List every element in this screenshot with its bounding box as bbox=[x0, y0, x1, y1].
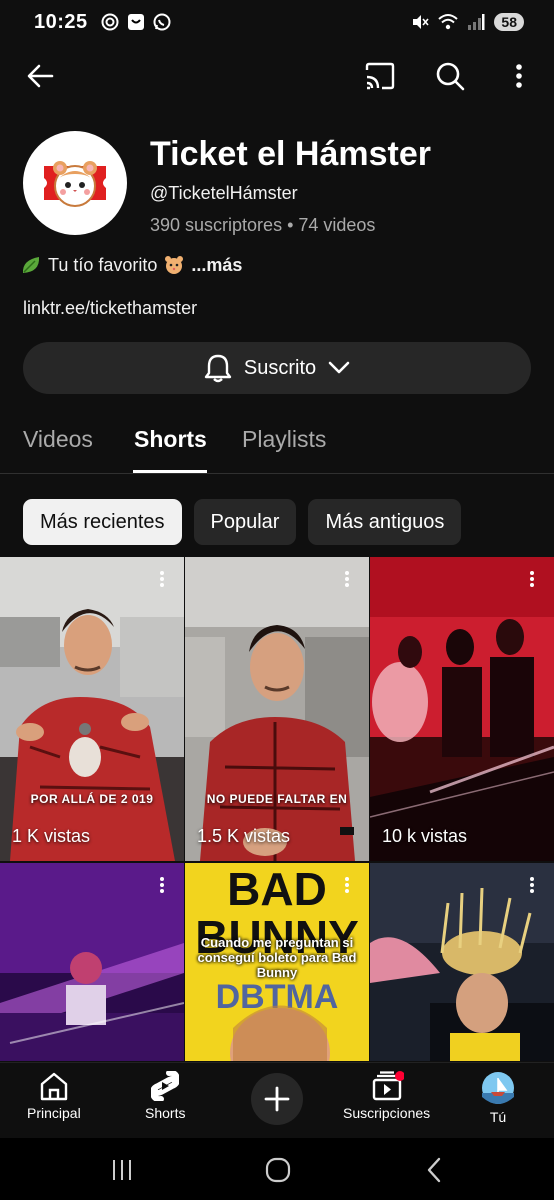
short-thumbnail[interactable]: BAD BUNNY DBTMA Cuando me preguntan si c… bbox=[185, 863, 369, 1061]
wifi-icon bbox=[438, 12, 459, 32]
back-system-button[interactable] bbox=[418, 1154, 450, 1186]
shorts-icon bbox=[151, 1071, 180, 1101]
shop-icon bbox=[126, 12, 146, 32]
more-vertical-icon bbox=[160, 571, 164, 587]
nav-you[interactable]: Tú bbox=[481, 1071, 515, 1125]
more-vertical-icon bbox=[345, 877, 349, 893]
mute-icon bbox=[410, 12, 430, 32]
channel-tabs: Videos Shorts Playlists bbox=[0, 418, 554, 474]
battery-level: 58 bbox=[494, 13, 524, 31]
hamster-logo-icon bbox=[44, 161, 106, 207]
svg-text:BAD: BAD bbox=[227, 863, 327, 915]
tab-videos[interactable]: Videos bbox=[23, 426, 93, 453]
nav-home-label: Principal bbox=[27, 1105, 81, 1121]
target-icon bbox=[100, 12, 120, 32]
home-icon bbox=[40, 1072, 68, 1101]
search-icon bbox=[436, 62, 465, 91]
sort-chips: Más recientes Popular Más antiguos bbox=[23, 499, 462, 545]
back-button[interactable] bbox=[20, 56, 60, 96]
tab-playlists[interactable]: Playlists bbox=[242, 426, 326, 453]
short-views: 1.5 K vistas bbox=[197, 826, 291, 846]
nav-you-label: Tú bbox=[489, 1109, 507, 1125]
system-navigation-bar bbox=[0, 1138, 554, 1200]
bell-icon bbox=[204, 354, 232, 383]
tab-shorts[interactable]: Shorts bbox=[134, 426, 207, 453]
create-button[interactable] bbox=[251, 1073, 303, 1125]
chip-oldest[interactable]: Más antiguos bbox=[308, 499, 462, 545]
short-thumbnail[interactable]: POR ALLÁ DE 2 019 1 K vistas bbox=[0, 557, 184, 861]
home-system-button[interactable] bbox=[262, 1154, 294, 1186]
arrow-left-icon bbox=[27, 64, 54, 88]
plus-icon bbox=[264, 1086, 290, 1112]
subscribed-label: Suscrito bbox=[243, 356, 317, 379]
short-thumbnail[interactable] bbox=[370, 863, 554, 1061]
channel-name: Ticket el Hámster bbox=[150, 135, 431, 173]
chip-popular[interactable]: Popular bbox=[193, 499, 297, 545]
short-menu-button[interactable] bbox=[337, 875, 357, 895]
home-circle-icon bbox=[265, 1157, 291, 1183]
short-views: 1 K vistas bbox=[12, 826, 91, 846]
subscribed-button[interactable]: Suscrito bbox=[23, 342, 531, 394]
nav-subscriptions[interactable]: Suscripciones bbox=[343, 1071, 430, 1121]
more-vertical-icon bbox=[530, 571, 534, 587]
short-thumbnail[interactable] bbox=[0, 863, 184, 1061]
cast-icon bbox=[365, 62, 395, 90]
avatar-icon bbox=[482, 1072, 514, 1104]
channel-avatar[interactable] bbox=[23, 131, 127, 235]
more-vertical-icon bbox=[516, 64, 522, 88]
signal-icon bbox=[466, 12, 486, 32]
short-views: 10 k vistas bbox=[382, 826, 468, 846]
more-link[interactable]: ...más bbox=[191, 255, 242, 276]
recent-apps-button[interactable] bbox=[106, 1154, 138, 1186]
thumbnail-image bbox=[0, 557, 184, 861]
chip-most-recent[interactable]: Más recientes bbox=[23, 499, 182, 545]
notification-icons bbox=[100, 12, 172, 32]
short-menu-button[interactable] bbox=[522, 569, 542, 589]
more-options-button[interactable] bbox=[499, 56, 539, 96]
leaf-icon bbox=[22, 257, 40, 273]
short-caption: POR ALLÁ DE 2 019 bbox=[30, 792, 154, 806]
more-vertical-icon bbox=[345, 571, 349, 587]
short-overlay-text: Cuando me preguntan si conseguí boleto p… bbox=[197, 935, 357, 980]
short-thumbnail[interactable]: NO PUEDE FALTAR EN 1.5 K vistas bbox=[185, 557, 369, 861]
channel-header: Ticket el Hámster @TicketelHámster 390 s… bbox=[23, 131, 543, 241]
channel-handle: @TicketelHámster bbox=[150, 183, 298, 203]
more-vertical-icon bbox=[160, 877, 164, 893]
channel-stats: 390 suscriptores • 74 videos bbox=[150, 215, 376, 235]
short-menu-button[interactable] bbox=[337, 569, 357, 589]
hamster-emoji-icon bbox=[165, 256, 184, 274]
channel-description[interactable]: Tu tío favorito ...más bbox=[20, 254, 242, 276]
active-tab-indicator bbox=[133, 470, 207, 473]
subscriptions-icon bbox=[372, 1071, 404, 1101]
search-button[interactable] bbox=[430, 56, 470, 96]
nav-subscriptions-label: Suscripciones bbox=[343, 1105, 431, 1121]
nav-shorts[interactable]: Shorts bbox=[145, 1071, 185, 1121]
thumbnail-image bbox=[185, 557, 369, 861]
channel-link[interactable]: linktr.ee/tickethamster bbox=[23, 298, 197, 319]
short-caption: NO PUEDE FALTAR EN bbox=[206, 792, 348, 806]
cast-button[interactable] bbox=[360, 56, 400, 96]
description-text: Tu tío favorito bbox=[48, 254, 158, 275]
status-bar: 10:25 58 bbox=[0, 0, 554, 44]
whatsapp-icon bbox=[152, 12, 172, 32]
top-app-bar bbox=[0, 48, 554, 104]
short-menu-button[interactable] bbox=[152, 875, 172, 895]
recent-apps-icon bbox=[113, 1160, 131, 1180]
more-vertical-icon bbox=[530, 877, 534, 893]
status-time: 10:25 bbox=[34, 10, 88, 33]
thumbnail-image bbox=[370, 557, 554, 861]
system-indicators: 58 bbox=[410, 12, 524, 32]
shorts-grid: POR ALLÁ DE 2 019 1 K vistas NO PUEDE FA… bbox=[0, 557, 554, 1061]
nav-shorts-label: Shorts bbox=[145, 1105, 186, 1121]
short-thumbnail[interactable]: 10 k vistas bbox=[370, 557, 554, 861]
short-menu-button[interactable] bbox=[522, 875, 542, 895]
short-menu-button[interactable] bbox=[152, 569, 172, 589]
chevron-left-icon bbox=[427, 1157, 441, 1183]
nav-home[interactable]: Principal bbox=[27, 1071, 81, 1121]
chevron-down-icon bbox=[328, 361, 350, 374]
bottom-navigation: Principal Shorts Suscripciones Tú bbox=[0, 1062, 554, 1138]
